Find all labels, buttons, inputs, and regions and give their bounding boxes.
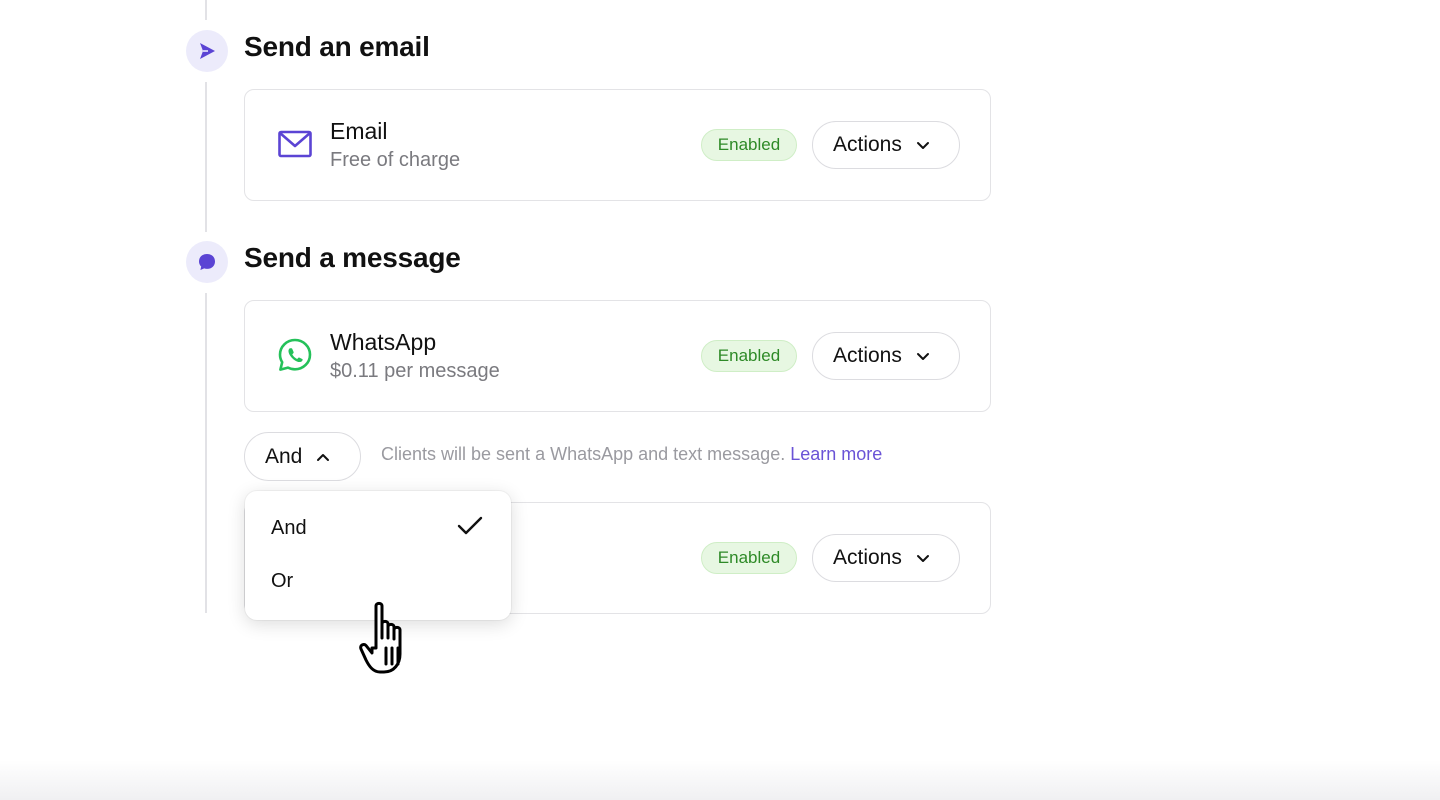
dropdown-option-and[interactable]: And bbox=[271, 517, 307, 540]
actions-label: Actions bbox=[833, 133, 902, 156]
combinator-helper: Clients will be sent a WhatsApp and text… bbox=[381, 444, 882, 465]
section-title-email: Send an email bbox=[244, 31, 430, 62]
send-icon bbox=[200, 43, 215, 59]
timeline-line bbox=[205, 293, 207, 613]
envelope-icon bbox=[277, 126, 313, 162]
actions-button[interactable]: Actions bbox=[812, 534, 960, 582]
helper-text: Clients will be sent a WhatsApp and text… bbox=[381, 444, 786, 464]
email-channel-card[interactable]: Email Free of charge Enabled Actions bbox=[244, 89, 991, 201]
combinator-select[interactable]: And bbox=[244, 432, 361, 481]
actions-button[interactable]: Actions bbox=[812, 332, 960, 380]
learn-more-link[interactable]: Learn more bbox=[790, 444, 882, 464]
chevron-down-icon bbox=[916, 142, 929, 149]
timeline-line bbox=[205, 82, 207, 232]
dropdown-option-or[interactable]: Or bbox=[271, 570, 293, 593]
chevron-up-icon bbox=[317, 453, 330, 461]
actions-label: Actions bbox=[833, 546, 902, 569]
channel-name: WhatsApp bbox=[330, 329, 437, 355]
chat-bubble-icon bbox=[199, 254, 215, 270]
checkmark-icon bbox=[457, 516, 483, 535]
send-email-node bbox=[186, 30, 228, 72]
bottom-fade bbox=[0, 760, 1440, 800]
actions-label: Actions bbox=[833, 344, 902, 367]
actions-button[interactable]: Actions bbox=[812, 121, 960, 169]
status-badge: Enabled bbox=[701, 129, 797, 161]
channel-price: Free of charge bbox=[330, 149, 461, 171]
workflow-page: Send an email Email Free of charge Enabl… bbox=[0, 0, 1440, 800]
status-badge: Enabled bbox=[701, 542, 797, 574]
chevron-down-icon bbox=[916, 353, 929, 360]
whatsapp-channel-card[interactable]: WhatsApp $0.11 per message Enabled Actio… bbox=[244, 300, 991, 412]
channel-price: $0.11 per message bbox=[330, 360, 500, 382]
channel-name: Email bbox=[330, 118, 388, 144]
combinator-selected-label: And bbox=[265, 444, 303, 468]
status-badge: Enabled bbox=[701, 340, 797, 372]
hand-cursor-icon bbox=[359, 601, 402, 674]
section-title-message: Send a message bbox=[244, 242, 461, 273]
send-message-node bbox=[186, 241, 228, 283]
chevron-down-icon bbox=[916, 555, 929, 562]
timeline-line bbox=[205, 0, 207, 20]
whatsapp-icon bbox=[277, 337, 313, 373]
